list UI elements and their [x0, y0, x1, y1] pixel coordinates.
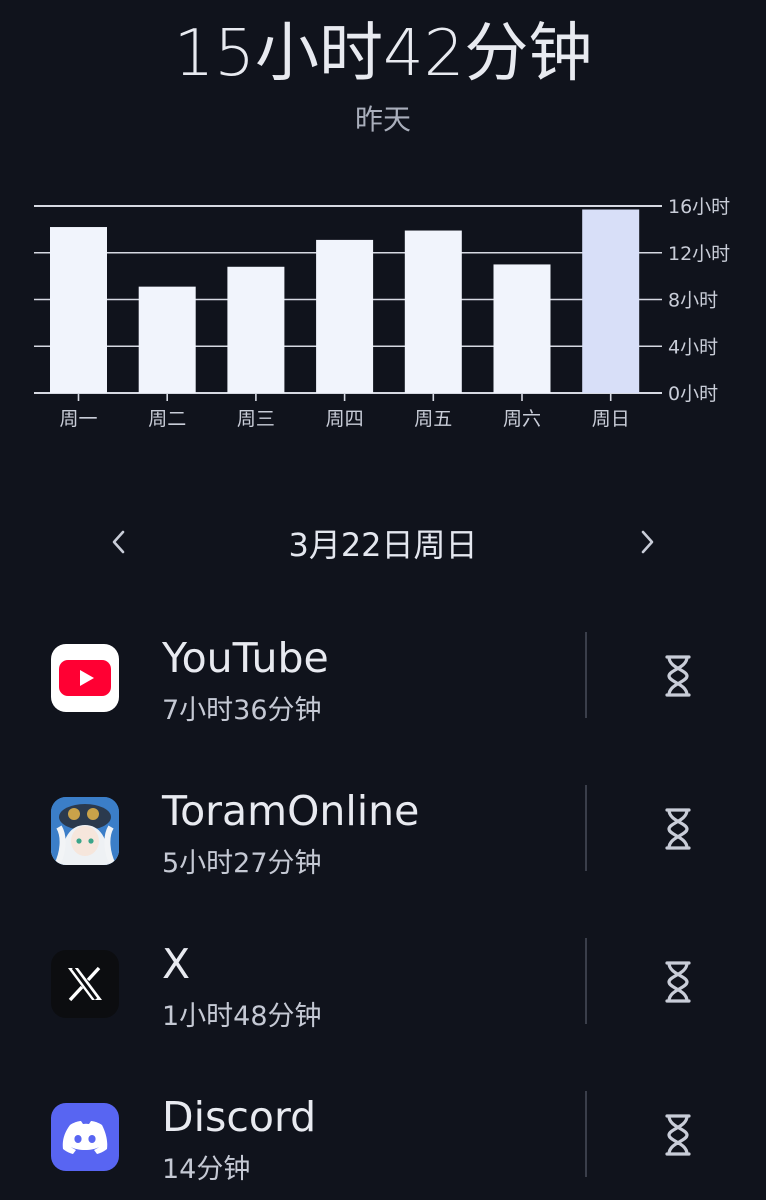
x-tick-label: 周日 [592, 408, 630, 430]
y-tick-label: 12小时 [668, 243, 730, 265]
next-day-button[interactable] [629, 524, 665, 560]
weekly-usage-chart[interactable]: 0小时 4小时 8小时 12小时 16小时周一 周二 周三 周四 周五 周六 周日 [0, 180, 766, 440]
app-row-toramonline[interactable]: ToramOnline 5小时27分钟 [0, 785, 766, 885]
y-tick-label: 4小时 [668, 336, 718, 358]
app-name: X [162, 940, 191, 988]
app-timer-button[interactable] [650, 952, 706, 1012]
period-label: 昨天 [354, 103, 411, 136]
app-row-x[interactable]: X 1小时48分钟 [0, 938, 766, 1038]
app-name: Discord [162, 1093, 317, 1141]
y-tick-label: 8小时 [668, 290, 718, 312]
x-tick-label: 周六 [503, 408, 541, 430]
screen-time-page: 15小时42分钟 昨天 0小时 4小时 8小时 12小时 16小时周一 周二 周三 周四 周五 周… [0, 0, 766, 1200]
y-tick-label: 0小时 [668, 383, 718, 405]
hourglass-icon [665, 961, 691, 1003]
bar-3[interactable] [227, 266, 285, 393]
app-timer-button[interactable] [650, 1105, 706, 1165]
bar-5[interactable] [404, 230, 462, 393]
bar-1[interactable] [50, 227, 107, 393]
app-usage-time: 1小时48分钟 [162, 1001, 322, 1032]
x-tick-label: 周一 [59, 408, 97, 430]
app-timer-button[interactable] [650, 646, 706, 706]
app-row-youtube[interactable]: YouTube 7小时36分钟 [0, 632, 766, 732]
app-name: ToramOnline [162, 787, 420, 835]
hourglass-icon [665, 1114, 691, 1156]
bar-6[interactable] [493, 264, 551, 393]
app-timer-button[interactable] [650, 799, 706, 859]
app-usage-time: 14分钟 [162, 1154, 251, 1185]
row-divider [585, 938, 587, 1024]
bar-7[interactable] [582, 209, 640, 393]
x-tick-label: 周三 [237, 408, 275, 430]
youtube-icon [51, 644, 119, 712]
x-tick-label: 周四 [326, 408, 364, 430]
total-screen-time: 15小时42分钟 [173, 17, 593, 91]
chevron-right-icon [641, 530, 654, 554]
row-divider [585, 1091, 587, 1177]
toram-online-icon [51, 797, 119, 865]
row-divider [585, 785, 587, 871]
y-tick-label: 16小时 [668, 196, 730, 218]
discord-icon [51, 1103, 119, 1171]
day-navigation: 3月22日周日 [0, 512, 766, 572]
app-usage-time: 5小时27分钟 [162, 848, 322, 879]
bar-4[interactable] [316, 239, 374, 393]
app-usage-time: 7小时36分钟 [162, 695, 322, 726]
app-row-discord[interactable]: Discord 14分钟 [0, 1091, 766, 1191]
hourglass-icon [665, 655, 691, 697]
row-divider [585, 632, 587, 718]
hourglass-icon [665, 808, 691, 850]
bar-2[interactable] [138, 286, 196, 393]
x-tick-label: 周二 [148, 408, 186, 430]
app-name: YouTube [162, 634, 329, 682]
x-tick-label: 周五 [414, 408, 452, 430]
x-icon [51, 950, 119, 1018]
